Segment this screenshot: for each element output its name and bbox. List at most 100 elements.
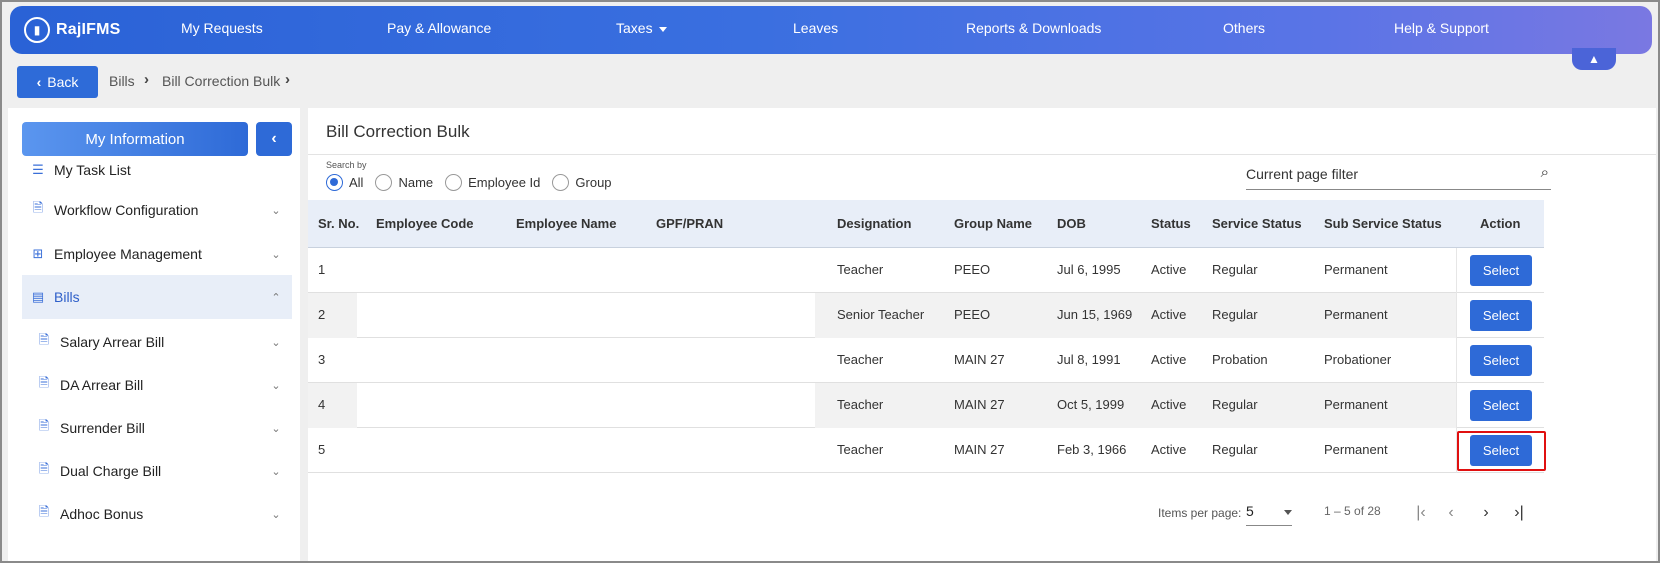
search-by-label: Search by <box>326 160 367 170</box>
table-row: 4 Teacher MAIN 27 Oct 5, 1999 Active Reg… <box>308 383 1544 428</box>
sidebar-item-salary-arrear-bill[interactable]: 🗎 Salary Arrear Bill ⌄ <box>22 320 292 364</box>
chevron-down-icon: ⌄ <box>271 204 281 217</box>
radio-all[interactable] <box>326 174 343 191</box>
cell-status: Active <box>1151 352 1187 367</box>
collapse-header-button[interactable]: ▲ <box>1572 48 1616 70</box>
nav-pay-allowance[interactable]: Pay & Allowance <box>387 20 491 36</box>
previous-page-icon[interactable]: ‹ <box>1438 500 1464 526</box>
cell-sr-no: 2 <box>318 307 326 322</box>
back-button[interactable]: ‹ Back <box>17 66 98 98</box>
nav-taxes[interactable]: Taxes <box>616 20 667 36</box>
receipt-icon: ▤ <box>31 289 45 304</box>
next-page-icon[interactable]: › <box>1473 500 1499 526</box>
cell-group-name: PEEO <box>954 307 991 322</box>
select-button[interactable]: Select <box>1470 345 1532 376</box>
nav-reports-downloads[interactable]: Reports & Downloads <box>966 20 1101 36</box>
sidebar-item-my-task-list[interactable]: ☰ My Task List <box>22 148 292 192</box>
radio-employee-id[interactable] <box>445 174 463 191</box>
sidebar-item-workflow-configuration[interactable]: 🗎 Workflow Configuration ⌄ <box>22 188 292 232</box>
sidebar: My Information ‹ ☰ My Task List 🗎 Workfl… <box>8 108 300 561</box>
sidebar-item-label: Workflow Configuration <box>54 202 199 218</box>
sidebar-item-label: My Task List <box>54 162 131 178</box>
radio-label-employee-id[interactable]: Employee Id <box>468 175 540 190</box>
cell-designation: Teacher <box>837 397 884 412</box>
back-button-label: Back <box>47 74 79 90</box>
cell-sub-service-status: Probationer <box>1324 352 1392 367</box>
nav-help-support[interactable]: Help & Support <box>1394 20 1489 36</box>
select-button[interactable]: Select <box>1470 390 1532 421</box>
sidebar-item-employee-management[interactable]: ⊞ Employee Management ⌄ <box>22 232 292 276</box>
first-page-icon[interactable]: |‹ <box>1408 500 1434 526</box>
cell-designation: Senior Teacher <box>837 307 925 322</box>
cell-status: Active <box>1151 442 1187 457</box>
sidebar-item-dual-charge-bill[interactable]: 🗎 Dual Charge Bill ⌄ <box>22 449 292 493</box>
select-button[interactable]: Select <box>1470 255 1532 286</box>
chevron-down-icon: ⌄ <box>271 379 281 392</box>
items-per-page-select[interactable]: 5 <box>1246 500 1292 526</box>
cell-sr-no: 3 <box>318 352 326 367</box>
caret-down-icon <box>1284 510 1292 515</box>
cell-designation: Teacher <box>837 262 884 277</box>
sidebar-item-label: Surrender Bill <box>60 420 145 436</box>
cell-status: Active <box>1151 397 1187 412</box>
cell-sub-service-status: Permanent <box>1324 442 1388 457</box>
nav-leaves[interactable]: Leaves <box>793 20 838 36</box>
document-search-icon: 🗎 <box>38 375 50 390</box>
document-search-icon: 🗎 <box>38 504 50 519</box>
nav-my-requests[interactable]: My Requests <box>181 20 263 36</box>
cell-group-name: PEEO <box>954 262 991 277</box>
column-header: GPF/PRAN <box>656 216 724 231</box>
page-title: Bill Correction Bulk <box>326 122 470 141</box>
divider <box>1456 428 1457 473</box>
last-page-icon[interactable]: ›| <box>1506 500 1532 526</box>
divider <box>1456 383 1457 428</box>
cell-designation: Teacher <box>837 352 884 367</box>
chevron-down-icon: ⌄ <box>271 508 281 521</box>
select-button[interactable]: Select <box>1470 300 1532 331</box>
radio-label-all[interactable]: All <box>349 175 363 190</box>
chevron-left-icon: ‹ <box>271 130 277 147</box>
radio-name[interactable] <box>375 174 393 191</box>
chevron-down-icon: ⌄ <box>271 422 281 435</box>
cell-service-status: Regular <box>1212 397 1258 412</box>
document-search-icon: 🗎 <box>38 418 50 433</box>
cell-sub-service-status: Permanent <box>1324 262 1388 277</box>
radio-group[interactable] <box>552 174 570 191</box>
sidebar-item-label: Dual Charge Bill <box>60 463 162 479</box>
divider <box>308 154 1656 155</box>
column-header: Status <box>1151 216 1191 231</box>
column-header: DOB <box>1057 216 1086 231</box>
column-header: Action <box>1480 216 1521 231</box>
table-row: 2 Senior Teacher PEEO Jun 15, 1969 Activ… <box>308 293 1544 338</box>
briefcase-icon: ⊞ <box>32 246 44 261</box>
column-header: Employee Name <box>516 216 617 231</box>
radio-label-name[interactable]: Name <box>398 175 433 190</box>
row-stripe <box>308 293 357 338</box>
cell-status: Active <box>1151 262 1187 277</box>
cell-sub-service-status: Permanent <box>1324 307 1388 322</box>
app-window: ▮ RajIFMS My Requests Pay & Allowance Ta… <box>0 0 1660 563</box>
select-button[interactable]: Select <box>1470 435 1532 466</box>
document-search-icon: 🗎 <box>32 200 44 215</box>
cell-service-status: Regular <box>1212 307 1258 322</box>
cell-dob: Jul 6, 1995 <box>1057 262 1121 277</box>
divider <box>1456 293 1457 338</box>
filter-input[interactable] <box>1246 166 1506 182</box>
column-header: Group Name <box>954 216 1033 231</box>
cell-sr-no: 1 <box>318 262 326 277</box>
cell-dob: Oct 5, 1999 <box>1057 397 1125 412</box>
breadcrumb-bills[interactable]: Bills <box>109 73 135 89</box>
sidebar-item-bills[interactable]: ▤ Bills ⌃ <box>22 275 292 319</box>
row-stripe <box>308 383 357 428</box>
app-logo[interactable]: ▮ RajIFMS <box>24 17 194 43</box>
cell-service-status: Regular <box>1212 442 1258 457</box>
list-icon: ☰ <box>32 162 44 177</box>
sidebar-item-label: Salary Arrear Bill <box>60 334 165 350</box>
sidebar-item-adhoc-bonus[interactable]: 🗎 Adhoc Bonus ⌄ <box>22 492 292 536</box>
sidebar-item-surrender-bill[interactable]: 🗎 Surrender Bill ⌄ <box>22 406 292 450</box>
radio-label-group[interactable]: Group <box>575 175 611 190</box>
sidebar-item-da-arrear-bill[interactable]: 🗎 DA Arrear Bill ⌄ <box>22 363 292 407</box>
search-icon[interactable]: ⌕ <box>1541 164 1549 181</box>
cell-sr-no: 4 <box>318 397 326 412</box>
nav-others[interactable]: Others <box>1223 20 1265 36</box>
